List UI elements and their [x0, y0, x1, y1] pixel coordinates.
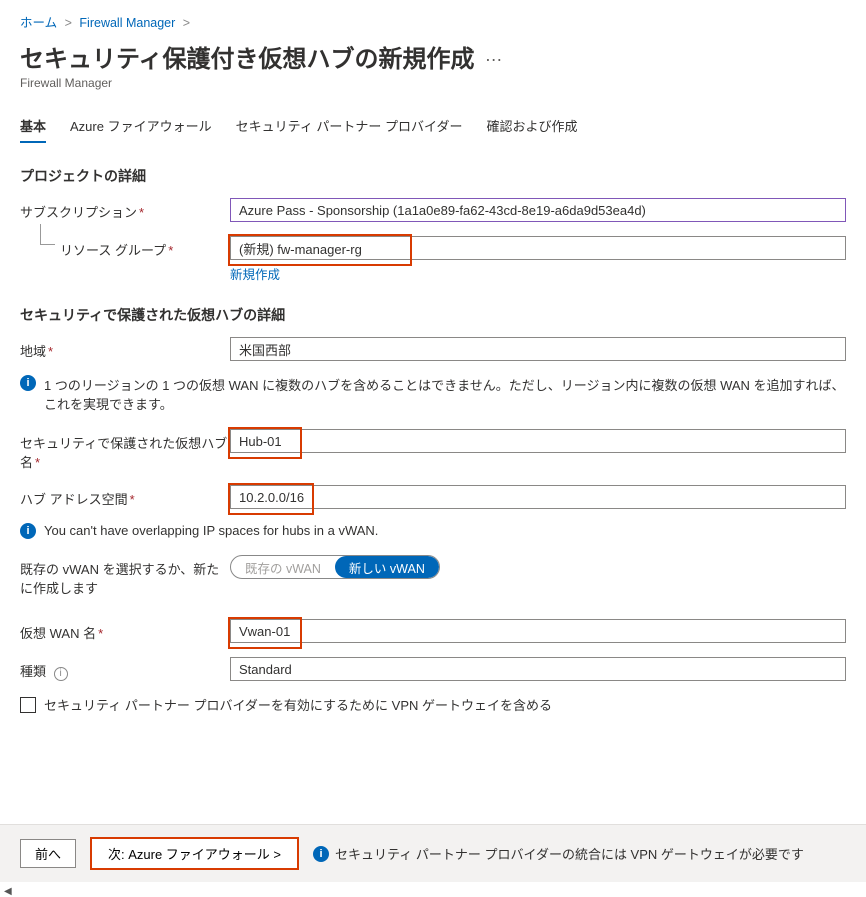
- label-subscription: サブスクリプション*: [20, 198, 230, 221]
- label-type: 種類 i: [20, 657, 230, 681]
- scroll-left-icon[interactable]: ◀: [0, 886, 866, 897]
- section-hub-details: セキュリティで保護された仮想ハブの詳細: [20, 305, 846, 325]
- chevron-right-icon: >: [65, 16, 72, 30]
- label-hub-name: セキュリティで保護された仮想ハブ名*: [20, 429, 230, 471]
- label-hub-address-space: ハブ アドレス空間*: [20, 485, 230, 508]
- page-subtitle: Firewall Manager: [20, 76, 846, 90]
- next-button[interactable]: 次: Azure ファイアウォール >: [90, 837, 299, 870]
- breadcrumb: ホーム > Firewall Manager >: [20, 12, 846, 31]
- footer-bar: 前へ 次: Azure ファイアウォール > i セキュリティ パートナー プロ…: [0, 824, 866, 882]
- hub-address-input[interactable]: [230, 485, 846, 509]
- create-new-link[interactable]: 新規作成: [230, 264, 846, 283]
- type-select[interactable]: [230, 657, 846, 681]
- label-resource-group: リソース グループ*: [20, 236, 230, 259]
- breadcrumb-firewall-manager[interactable]: Firewall Manager: [79, 16, 175, 30]
- label-vwan-selection: 既存の vWAN を選択するか、新たに作成します: [20, 555, 230, 597]
- more-icon[interactable]: …: [485, 45, 505, 66]
- vwan-new-option[interactable]: 新しい vWAN: [335, 556, 439, 578]
- vwan-toggle: 既存の vWAN 新しい vWAN: [230, 555, 440, 579]
- vpn-gateway-label: セキュリティ パートナー プロバイダーを有効にするために VPN ゲートウェイを…: [44, 695, 552, 714]
- chevron-right-icon: >: [183, 16, 190, 30]
- info-icon: i: [20, 523, 36, 539]
- region-info-text: 1 つのリージョンの 1 つの仮想 WAN に複数のハブを含めることはできません…: [44, 375, 846, 413]
- vpn-gateway-checkbox[interactable]: [20, 697, 36, 713]
- label-region: 地域*: [20, 337, 230, 360]
- footer-note-text: セキュリティ パートナー プロバイダーの統合には VPN ゲートウェイが必要です: [335, 844, 804, 863]
- tab-basic[interactable]: 基本: [20, 116, 46, 143]
- tab-security-partner[interactable]: セキュリティ パートナー プロバイダー: [236, 116, 463, 143]
- region-select[interactable]: [230, 337, 846, 361]
- info-icon[interactable]: i: [54, 667, 68, 681]
- page-title: セキュリティ保護付き仮想ハブの新規作成: [20, 39, 475, 74]
- prev-button[interactable]: 前へ: [20, 839, 76, 868]
- hub-name-input[interactable]: [230, 429, 846, 453]
- tab-review-create[interactable]: 確認および作成: [487, 116, 578, 143]
- ip-space-info-text: You can't have overlapping IP spaces for…: [44, 523, 378, 538]
- subscription-select[interactable]: [230, 198, 846, 222]
- resource-group-select[interactable]: [230, 236, 846, 260]
- vwan-name-input[interactable]: [230, 619, 846, 643]
- section-project-details: プロジェクトの詳細: [20, 166, 846, 186]
- info-icon: i: [20, 375, 36, 391]
- vwan-existing-option[interactable]: 既存の vWAN: [231, 556, 335, 578]
- breadcrumb-home[interactable]: ホーム: [20, 16, 57, 30]
- tab-azure-firewall[interactable]: Azure ファイアウォール: [70, 116, 212, 143]
- info-icon: i: [313, 846, 329, 862]
- label-vwan-name: 仮想 WAN 名*: [20, 619, 230, 642]
- tabs: 基本 Azure ファイアウォール セキュリティ パートナー プロバイダー 確認…: [20, 116, 846, 144]
